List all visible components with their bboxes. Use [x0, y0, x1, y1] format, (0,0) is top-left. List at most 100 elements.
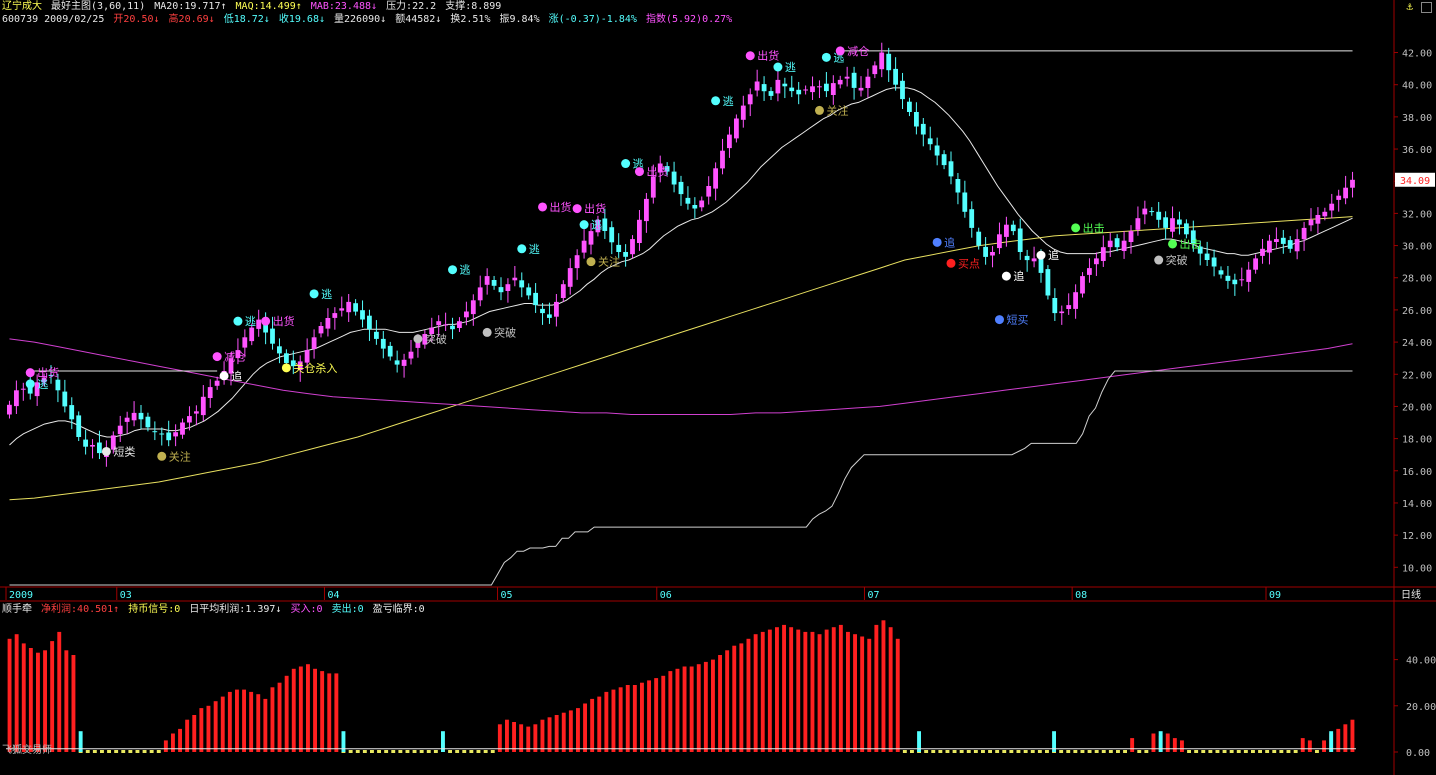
- price-tick-label: 30.00: [1402, 242, 1432, 253]
- hold-marker: [1243, 750, 1248, 753]
- hold-marker: [1059, 750, 1064, 753]
- hold-marker: [377, 750, 381, 753]
- price-tick-label: 38.00: [1402, 113, 1432, 124]
- profit-bar: [249, 691, 254, 752]
- candle-body: [900, 80, 905, 100]
- profit-bar: [291, 668, 296, 752]
- candle-body: [824, 83, 829, 92]
- signal-label: 买点: [958, 257, 980, 270]
- candle-body: [699, 200, 705, 208]
- candle-body: [1128, 231, 1134, 242]
- period-label[interactable]: 日线: [1401, 590, 1421, 602]
- candle-body: [1253, 258, 1258, 270]
- candle-body: [270, 328, 275, 344]
- candle-body: [879, 52, 885, 70]
- hold-marker: [121, 750, 126, 753]
- hold-marker: [973, 750, 978, 753]
- profit-bar: [654, 678, 659, 752]
- candle-body: [810, 86, 815, 93]
- low-value: 低18.72↓: [223, 14, 270, 25]
- signal-label: 关注: [169, 449, 191, 463]
- candle-body: [623, 252, 628, 257]
- candle-body: [477, 287, 483, 301]
- candle-body: [955, 179, 961, 193]
- open-value: 开20.50↓: [113, 14, 160, 25]
- candle-body: [830, 83, 836, 95]
- hold-marker: [931, 750, 936, 753]
- maximize-icon[interactable]: [1421, 1, 1432, 13]
- signal-dot: [538, 202, 548, 212]
- profit-bars: [6, 620, 1356, 753]
- profit-bar: [604, 691, 609, 752]
- profit-bar: [547, 717, 552, 752]
- profit-bar: [263, 698, 268, 752]
- price-tick-label: 18.00: [1402, 435, 1432, 446]
- header-row-2: 600739 2009/02/25 开20.50↓ 高20.69↓ 低18.72…: [2, 14, 735, 26]
- signal-dot: [157, 451, 167, 461]
- profit-bar: [732, 645, 737, 752]
- price-tick-label: 20.00: [1402, 402, 1432, 413]
- price-tick-label: 16.00: [1402, 467, 1432, 478]
- anchor-icon[interactable]: ⚓: [1406, 0, 1413, 13]
- candle-body: [907, 101, 912, 112]
- profit-bar: [21, 643, 26, 752]
- hold-signal-value: 持币信号:0: [128, 604, 181, 615]
- signal-dot: [212, 352, 222, 362]
- hold-marker: [149, 750, 154, 753]
- sub-tick-label: 20.00: [1406, 702, 1436, 713]
- profit-bar: [618, 687, 623, 752]
- profit-bar: [512, 722, 516, 752]
- candle-body: [124, 417, 130, 422]
- candle-body: [374, 331, 379, 339]
- signal-label: 逃: [460, 264, 471, 277]
- signal-dot: [773, 62, 783, 72]
- hold-marker: [1272, 750, 1277, 753]
- price-tick-label: 42.00: [1402, 49, 1432, 60]
- hold-marker: [1229, 750, 1234, 753]
- candle-body: [1329, 203, 1335, 211]
- profit-bar: [753, 634, 758, 752]
- candle-body: [927, 138, 933, 145]
- amount-value: 额44582↓: [395, 14, 442, 25]
- indicator-name[interactable]: 最好主图(3,60,11): [51, 1, 145, 12]
- candle-body: [858, 87, 864, 91]
- buy-in-value: 买入:0: [290, 604, 323, 615]
- hold-marker: [1286, 750, 1291, 753]
- candle-body: [934, 145, 940, 156]
- turnover-value: 换2.51%: [450, 14, 491, 25]
- candle-body: [560, 284, 566, 298]
- candle-body: [1114, 238, 1120, 248]
- candle-body: [408, 351, 414, 359]
- hold-marker: [1094, 750, 1099, 753]
- sub-indicator-name[interactable]: 顺手牵: [2, 604, 32, 615]
- candle-body: [574, 255, 580, 269]
- hold-marker: [1023, 750, 1028, 753]
- profit-bar: [860, 636, 865, 752]
- profit-bar: [611, 689, 616, 752]
- signal-label: 出货: [757, 49, 779, 63]
- signal-label: 出货: [273, 314, 295, 328]
- signal-label: 逃: [321, 288, 332, 301]
- candle-body: [616, 244, 622, 252]
- profit-bar: [867, 638, 872, 752]
- signal-label: 减仓: [847, 44, 869, 58]
- candle-body: [727, 134, 732, 149]
- candle-body: [69, 405, 75, 420]
- chart-frame: [0, 0, 1436, 775]
- signal-dot: [994, 315, 1004, 325]
- signal-dot: [261, 316, 271, 326]
- profit-bar: [64, 650, 69, 752]
- candle-body: [1004, 224, 1009, 237]
- signal-label: 逃: [723, 95, 734, 108]
- profit-bar: [256, 694, 261, 752]
- profit-bar: [789, 627, 794, 752]
- candle-body: [775, 79, 781, 94]
- candle-body: [498, 287, 504, 293]
- profit-bar: [1307, 740, 1312, 752]
- footer-label: 飞狐交易师: [2, 745, 52, 756]
- stock-name[interactable]: 辽宁成大: [2, 1, 42, 12]
- hold-marker: [902, 750, 907, 753]
- hold-marker: [910, 750, 914, 753]
- candle-body: [145, 416, 151, 428]
- close-value: 收19.68↓: [278, 14, 325, 25]
